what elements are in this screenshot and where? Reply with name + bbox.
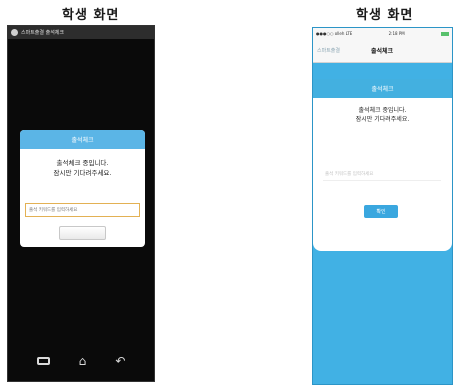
attendance-dialog-ios: 출석체크 출석체크 중입니다. 잠시만 기다려주세요. 출석 키워드를 입력하세… — [313, 79, 452, 251]
keyword-input-ios[interactable]: 출석 키워드를 입력하세요 — [323, 168, 441, 181]
keyword-input[interactable] — [25, 203, 140, 217]
student-screen-heading-android: 학생 화면 — [62, 8, 120, 23]
ios-navigation-bar: 스마트출결 출석체크 — [313, 39, 452, 63]
dialog-title-ios: 출석체크 — [313, 79, 452, 98]
confirm-button-ios[interactable]: 확인 — [364, 205, 398, 218]
recent-apps-icon[interactable] — [36, 357, 50, 365]
dialog-message-line-1: 출석체크 중입니다. — [56, 159, 109, 167]
page-title: 출석체크 — [371, 48, 394, 55]
home-icon[interactable]: ⌂ — [79, 355, 87, 367]
attendance-dialog: 출석체크 출석체크 중입니다. 잠시만 기다려주세요. — [20, 130, 145, 247]
app-icon — [11, 29, 18, 36]
confirm-button[interactable] — [59, 226, 106, 240]
carrier-signal: ●●●○○ olleh LTE — [316, 31, 353, 36]
android-phone-screen: 스마트출결 출석체크 출석체크 출석체크 중입니다. 잠시만 기다려주세요. ⌂… — [7, 25, 155, 382]
back-button[interactable]: 스마트출결 — [317, 47, 340, 54]
android-navigation-bar: ⌂ ↶ — [8, 349, 154, 373]
dialog-title: 출석체크 — [20, 130, 145, 149]
dialog-message-line-1-ios: 출석체크 중입니다. — [358, 107, 407, 114]
dialog-message-line-2-ios: 잠시만 기다려주세요. — [355, 116, 410, 123]
back-icon[interactable]: ↶ — [115, 355, 125, 367]
ios-status-bar: ●●●○○ olleh LTE 2:18 PM — [313, 28, 452, 39]
dialog-message: 출석체크 중입니다. 잠시만 기다려주세요. — [20, 158, 145, 178]
android-app-title: 스마트출결 출석체크 — [21, 30, 64, 36]
dialog-message-line-2: 잠시만 기다려주세요. — [53, 169, 112, 177]
status-time: 2:18 PM — [388, 31, 405, 36]
student-screen-heading-ios: 학생 화면 — [356, 8, 414, 23]
ios-phone-screen: ●●●○○ olleh LTE 2:18 PM 스마트출결 출석체크 출석체크 … — [312, 27, 453, 385]
dialog-message-ios: 출석체크 중입니다. 잠시만 기다려주세요. — [313, 106, 452, 124]
android-action-bar: 스마트출결 출석체크 — [8, 26, 154, 39]
battery-icon — [441, 31, 449, 36]
